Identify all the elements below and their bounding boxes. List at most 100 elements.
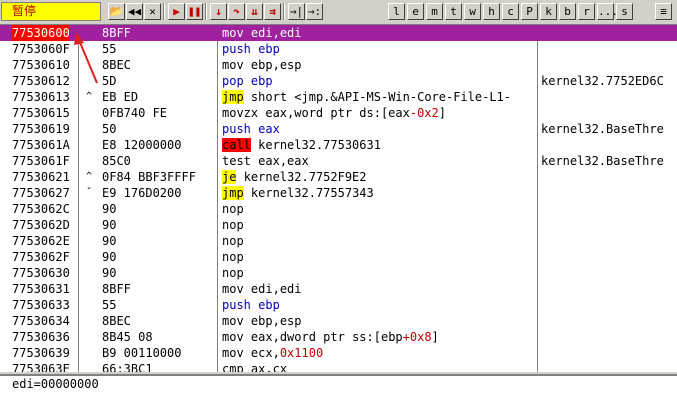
status-indicator: 暂停 <box>1 2 101 21</box>
disasm-row[interactable]: 77530627 ˇ E9 176D0200 jmp kernel32.7755734… <box>0 185 677 201</box>
disasm-cell: mov ecx,0x1100 <box>222 345 323 361</box>
hex-cell: 66:3BC1 <box>102 362 153 372</box>
disasm-cell: jmp short <jmp.&API-MS-Win-Core-File-L1- <box>222 89 511 105</box>
menu-button[interactable]: ≡ <box>655 3 672 20</box>
mnemonic: pop <box>222 74 244 88</box>
trace-over-button[interactable]: ⇉ <box>264 3 281 20</box>
disasm-cell: push ebp <box>222 41 280 57</box>
disasm-row[interactable]: 77530630 90 nop <box>0 265 677 281</box>
restart-button[interactable]: ◀◀ <box>126 3 143 20</box>
address-cell: 77530612 <box>12 74 70 88</box>
disasm-row[interactable]: 77530633 55 push ebp <box>0 297 677 313</box>
window-button-6[interactable]: c <box>502 3 519 20</box>
disasm-row[interactable]: 7753062F 90 nop <box>0 249 677 265</box>
disassembly-pane[interactable]: 77530600 8BFF mov edi,edi 7753060F 55 push eb… <box>0 25 677 372</box>
disasm-row[interactable]: 7753062E 90 nop <box>0 233 677 249</box>
toolbar-separator <box>163 3 165 20</box>
hex-cell: E9 176D0200 <box>102 186 182 200</box>
operand: kernel32.77530631 <box>258 138 381 152</box>
window-button-11[interactable]: ... <box>597 3 618 20</box>
comment-cell: kernel32.7752ED6C <box>541 74 664 88</box>
window-button-2[interactable]: m <box>426 3 443 20</box>
disasm-row[interactable]: 77530612 5D pop ebp kernel32.7752ED6C <box>0 73 677 89</box>
operand: ebp,esp <box>250 314 302 328</box>
address-cell: 7753061A <box>12 138 70 152</box>
hex-cell: 8BFF <box>102 282 131 296</box>
address-cell: 77530634 <box>12 314 70 328</box>
disasm-row[interactable]: 7753063E 66:3BC1 cmp ax,cx <box>0 361 677 372</box>
disasm-cell: pop ebp <box>222 73 273 89</box>
window-button-1[interactable]: e <box>407 3 424 20</box>
address-cell: 77530619 <box>12 122 70 136</box>
disasm-row[interactable]: 77530615 0FB740 FE movzx eax,word ptr ds:[… <box>0 105 677 121</box>
operand: eax <box>258 122 280 136</box>
window-button-12[interactable]: s <box>616 3 633 20</box>
hex-cell: E8 12000000 <box>102 138 182 152</box>
jump-marker: ˇ <box>86 187 93 198</box>
mnemonic: mov <box>222 330 244 344</box>
disasm-row[interactable]: 77530631 8BFF mov edi,edi <box>0 281 677 297</box>
execute-till-return-button[interactable]: →| <box>288 3 305 20</box>
disasm-cell: nop <box>222 249 244 265</box>
mnemonic: mov <box>222 314 244 328</box>
goto-button[interactable]: →: <box>306 3 323 20</box>
window-button-3[interactable]: t <box>445 3 462 20</box>
address-cell: 77530621 <box>12 170 70 184</box>
disasm-cell: mov ebp,esp <box>222 57 302 73</box>
disasm-row[interactable]: 77530619 50 push eax kernel32.BaseThre <box>0 121 677 137</box>
disasm-row[interactable]: 7753062D 90 nop <box>0 217 677 233</box>
mnemonic: mov <box>222 282 244 296</box>
address-cell: 77530639 <box>12 346 70 360</box>
jump-marker: ^ <box>86 91 93 102</box>
pause-button[interactable]: ❚❚ <box>186 3 203 20</box>
disasm-row[interactable]: 77530634 8BEC mov ebp,esp <box>0 313 677 329</box>
disasm-row[interactable]: 77530613 ^ EB ED jmp short <jmp.&API-MS-Win… <box>0 89 677 105</box>
hex-cell: 90 <box>102 250 117 264</box>
operand: ax,cx <box>250 362 288 372</box>
disasm-row[interactable]: 77530621 ^ 0F84 BBF3FFFF je kernel32.7752F9… <box>0 169 677 185</box>
disasm-row[interactable]: 7753061A E8 12000000 call kernel32.7753063… <box>0 137 677 153</box>
window-button-10[interactable]: r <box>578 3 595 20</box>
disasm-row[interactable]: 7753060F 55 push ebp <box>0 41 677 57</box>
operand: short <jmp.&API-MS-Win-Core-File-L1- <box>250 90 512 104</box>
disasm-row[interactable]: 77530610 8BEC mov ebp,esp <box>0 57 677 73</box>
hex-cell: 90 <box>102 202 117 216</box>
window-button-7[interactable]: P <box>521 3 538 20</box>
address-cell: 7753062D <box>12 218 70 232</box>
disasm-row[interactable]: 77530636 8B45 08 mov eax,dword ptr ss:[ebp… <box>0 329 677 345</box>
hex-cell: EB ED <box>102 90 139 104</box>
window-button-8[interactable]: k <box>540 3 557 20</box>
disasm-cell: test eax,eax <box>222 153 309 169</box>
operand: -0x2 <box>409 106 439 120</box>
hex-cell: B9 00110000 <box>102 346 182 360</box>
open-button[interactable]: 📂 <box>108 3 125 20</box>
window-button-5[interactable]: h <box>483 3 500 20</box>
disasm-cell: push eax <box>222 121 280 137</box>
window-button-9[interactable]: b <box>559 3 576 20</box>
trace-into-button[interactable]: ⇊ <box>246 3 263 20</box>
operand: ecx, <box>250 346 280 360</box>
toolbar: 暂停 📂 ◀◀ ✕ ▶ ❚❚ ↓ ↷ ⇊ ⇉ →| →: l e m t w h c Pk b r... s ≡ <box>0 0 677 25</box>
operand: eax,dword ptr ss:[ebp <box>250 330 403 344</box>
hex-cell: 0F84 BBF3FFFF <box>102 170 196 184</box>
operand: kernel32.7752F9E2 <box>243 170 367 184</box>
step-into-button[interactable]: ↓ <box>210 3 227 20</box>
window-button-0[interactable]: l <box>388 3 405 20</box>
hex-cell: 85C0 <box>102 154 131 168</box>
disasm-cell: mov edi,edi <box>222 281 302 297</box>
operand: kernel32.77557343 <box>250 186 374 200</box>
step-over-button[interactable]: ↷ <box>228 3 245 20</box>
disasm-row[interactable]: 7753061F 85C0 test eax,eax kernel32.BaseThr… <box>0 153 677 169</box>
operand: eax,word ptr ds:[eax <box>265 106 410 120</box>
address-cell: 7753062E <box>12 234 70 248</box>
mnemonic: push <box>222 122 251 136</box>
close-button[interactable]: ✕ <box>144 3 161 20</box>
operand: ebp <box>258 42 280 56</box>
window-button-4[interactable]: w <box>464 3 481 20</box>
disasm-row[interactable]: 77530639 B9 00110000 mov ecx,0x1100 <box>0 345 677 361</box>
address-cell: 77530600 <box>12 25 70 41</box>
disasm-row[interactable]: 7753062C 90 nop <box>0 201 677 217</box>
disasm-row[interactable]: 77530600 8BFF mov edi,edi <box>0 25 677 41</box>
run-button[interactable]: ▶ <box>168 3 185 20</box>
disasm-cell: mov eax,dword ptr ss:[ebp+0x8] <box>222 329 439 345</box>
